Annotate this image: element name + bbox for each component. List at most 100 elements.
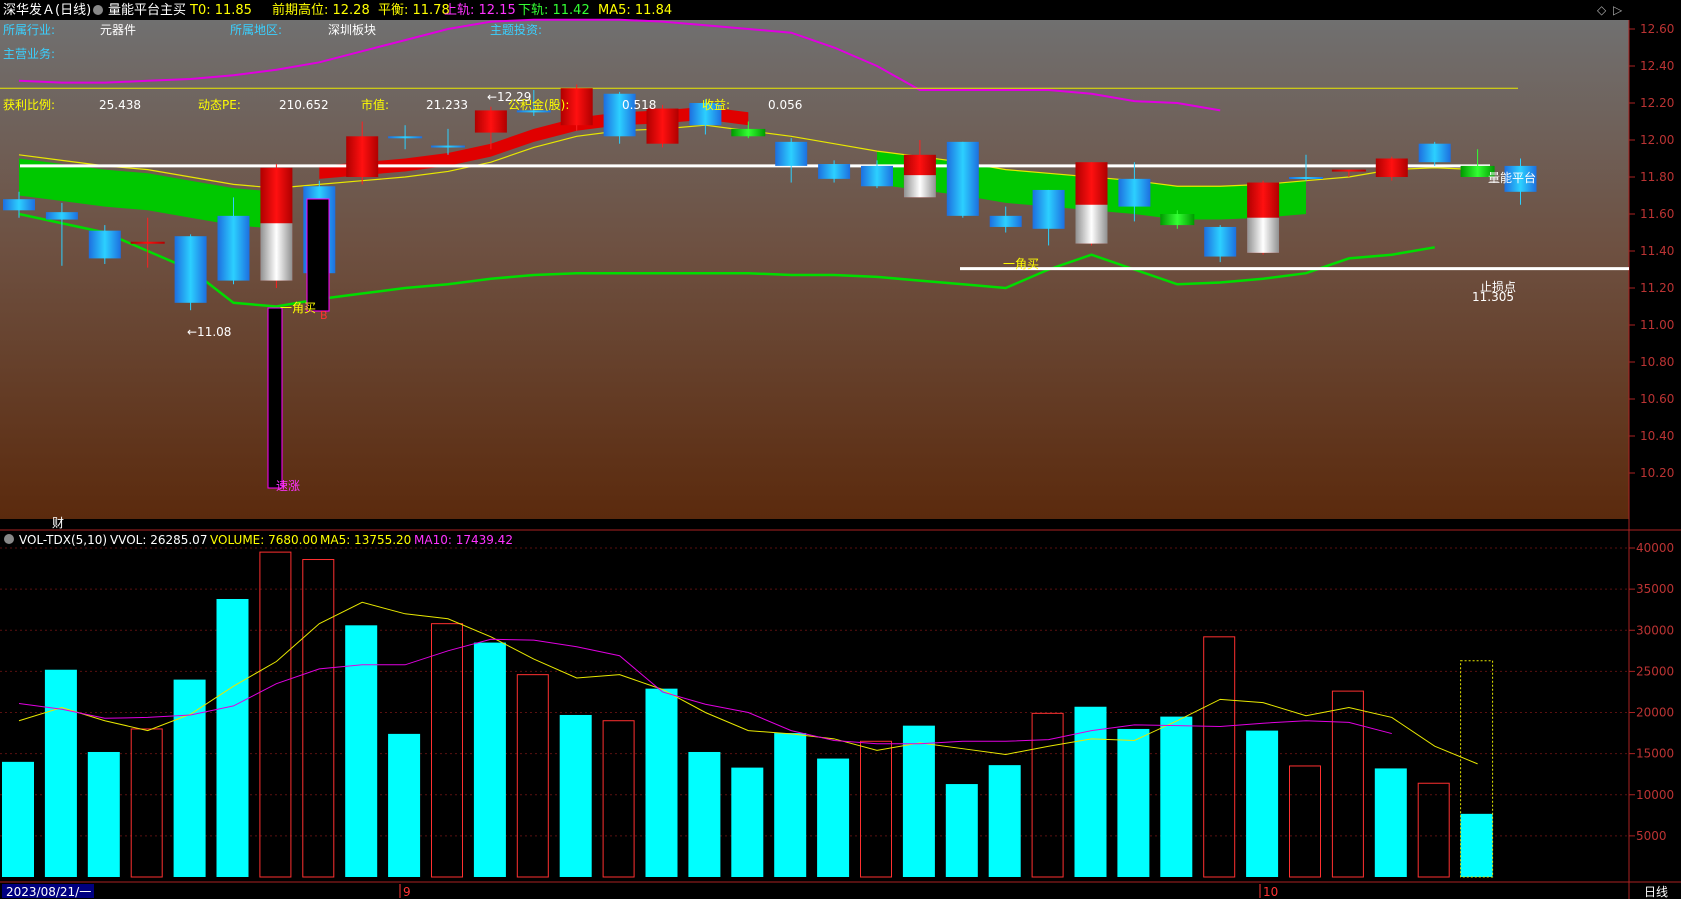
vol-tick-label: 40000 <box>1636 541 1674 555</box>
mktcap-value: 21.233 <box>426 98 468 112</box>
arrow-icon[interactable]: ▷ <box>1613 3 1623 17</box>
date-label[interactable]: 2023/08/21/一 <box>6 885 91 899</box>
cai-marker: 财 <box>52 516 64 530</box>
ma5-value: MA5: 11.84 <box>598 3 672 18</box>
lower-value: 下轨: 11.42 <box>518 3 590 18</box>
info-region-label: 所属地区: <box>230 23 282 37</box>
candle-body <box>88 230 121 259</box>
volume-bar-up <box>1417 782 1450 878</box>
volume-bar-up <box>130 728 163 878</box>
buy-annotation-2: 一角买 <box>1003 257 1039 271</box>
volume-bar-up <box>302 559 335 878</box>
mktcap-label: 市值: <box>361 97 389 112</box>
profit-ratio-value: 25.438 <box>99 98 141 112</box>
volume-bar-up <box>516 674 549 878</box>
volume-bar-up <box>1331 690 1364 878</box>
volume-bar-down <box>1460 813 1493 877</box>
volume-value: VOLUME: 7680.00 <box>210 533 318 547</box>
volume-axis: 40000 35000 30000 25000 20000 15000 10000 5000 <box>1629 541 1674 843</box>
price-tick-label: 12.40 <box>1640 59 1674 73</box>
diamond-icon[interactable]: ◇ <box>1597 3 1607 17</box>
price-tick-label: 10.20 <box>1640 466 1674 480</box>
price-tick-label: 10.60 <box>1640 392 1674 406</box>
pe-label: 动态PE: <box>198 98 241 112</box>
volume-bar-down <box>87 751 120 877</box>
price-tick-label: 11.80 <box>1640 170 1674 184</box>
candle-body <box>946 141 979 216</box>
t0-value: T0: 11.85 <box>189 3 252 18</box>
upper-value: 上轨: 12.15 <box>444 3 516 18</box>
stop-value: 11.305 <box>1472 290 1514 304</box>
volume-bars <box>2 551 1494 878</box>
pe-value: 210.652 <box>279 98 329 112</box>
candle-body <box>1418 143 1451 163</box>
vol-dropdown-icon[interactable] <box>4 534 14 544</box>
candle-body <box>861 165 893 187</box>
vol-tick-label: 15000 <box>1636 747 1674 761</box>
candle-body <box>3 199 35 211</box>
candle-body <box>217 215 250 281</box>
volume-bar-down <box>216 598 249 877</box>
price-tick-label: 11.20 <box>1640 281 1674 295</box>
volume-bar-down <box>645 688 678 877</box>
price-tick-label: 12.20 <box>1640 96 1674 110</box>
vol-tick-label: 20000 <box>1636 706 1674 720</box>
low-annotation: ←11.08 <box>187 325 231 339</box>
volume-bar-up <box>1203 636 1236 878</box>
income-label: 收益: <box>702 98 730 112</box>
volume-bar-down <box>817 758 850 877</box>
candle-body <box>346 136 379 177</box>
price-tick-label: 11.40 <box>1640 244 1674 258</box>
dropdown-icon[interactable] <box>93 5 103 15</box>
surge-marker-bar-2 <box>306 198 330 312</box>
vol-indicator-name[interactable]: VOL-TDX(5,10) <box>19 533 107 547</box>
volume-bar-down <box>345 625 378 877</box>
vol-tick-label: 25000 <box>1636 664 1674 678</box>
candle-body <box>1160 214 1195 226</box>
candle-body-white <box>1075 204 1108 244</box>
volume-bar-up <box>431 623 463 878</box>
candle-body <box>1289 177 1323 179</box>
volume-bar-down <box>1374 768 1407 877</box>
volume-bar-down <box>473 642 506 877</box>
volume-bar-up <box>602 720 635 878</box>
info-industry-label: 所属行业: <box>3 23 55 37</box>
period-label[interactable]: 日线 <box>1644 885 1668 899</box>
info-business-label: 主营业务: <box>3 46 55 61</box>
vol-tick-label: 35000 <box>1636 582 1674 596</box>
volume-bar-down <box>1117 728 1150 877</box>
buy-annotation-1: 一角买 <box>280 301 316 315</box>
volume-bar-down <box>388 733 421 877</box>
volume-bar-up <box>1289 765 1321 878</box>
volume-bar-down <box>731 767 764 877</box>
candle-body <box>1118 178 1151 207</box>
price-tick-label: 12.00 <box>1640 133 1674 147</box>
high-annotation: ←12.29 <box>487 90 531 104</box>
vol-ma5-value: MA5: 13755.20 <box>320 533 411 547</box>
reserve-value: 0.518 <box>622 98 656 112</box>
price-tick-label: 10.40 <box>1640 429 1674 443</box>
price-tick-label: 12.60 <box>1640 22 1674 36</box>
volume-bar-down <box>945 784 978 877</box>
volume-bar-down <box>44 669 77 877</box>
candle-body <box>731 128 766 137</box>
candle-body <box>775 141 808 166</box>
price-tick-label: 11.00 <box>1640 318 1674 332</box>
price-tick-label: 10.80 <box>1640 355 1674 369</box>
candle-body <box>45 212 78 220</box>
month-label-9: 9 <box>403 885 411 899</box>
volume-bar-down <box>774 733 807 877</box>
candle-body <box>1204 226 1237 257</box>
stock-title: 深华发Ａ(日线) <box>3 2 91 18</box>
info-industry-value: 元器件 <box>100 23 136 37</box>
candle-body <box>646 108 679 144</box>
month-label-10: 10 <box>1263 885 1278 899</box>
vol-tick-label: 5000 <box>1636 829 1667 843</box>
prev-high-value: 前期高位: 12.28 <box>272 2 370 18</box>
platform-annotation: 量能平台 <box>1488 170 1536 185</box>
surge-marker-bar <box>267 307 283 489</box>
volume-bar-down <box>1246 730 1279 877</box>
indicator-name[interactable]: 量能平台主买 <box>108 3 186 18</box>
volume-bar-down <box>688 751 721 877</box>
info-theme-label: 主题投资: <box>490 22 542 37</box>
